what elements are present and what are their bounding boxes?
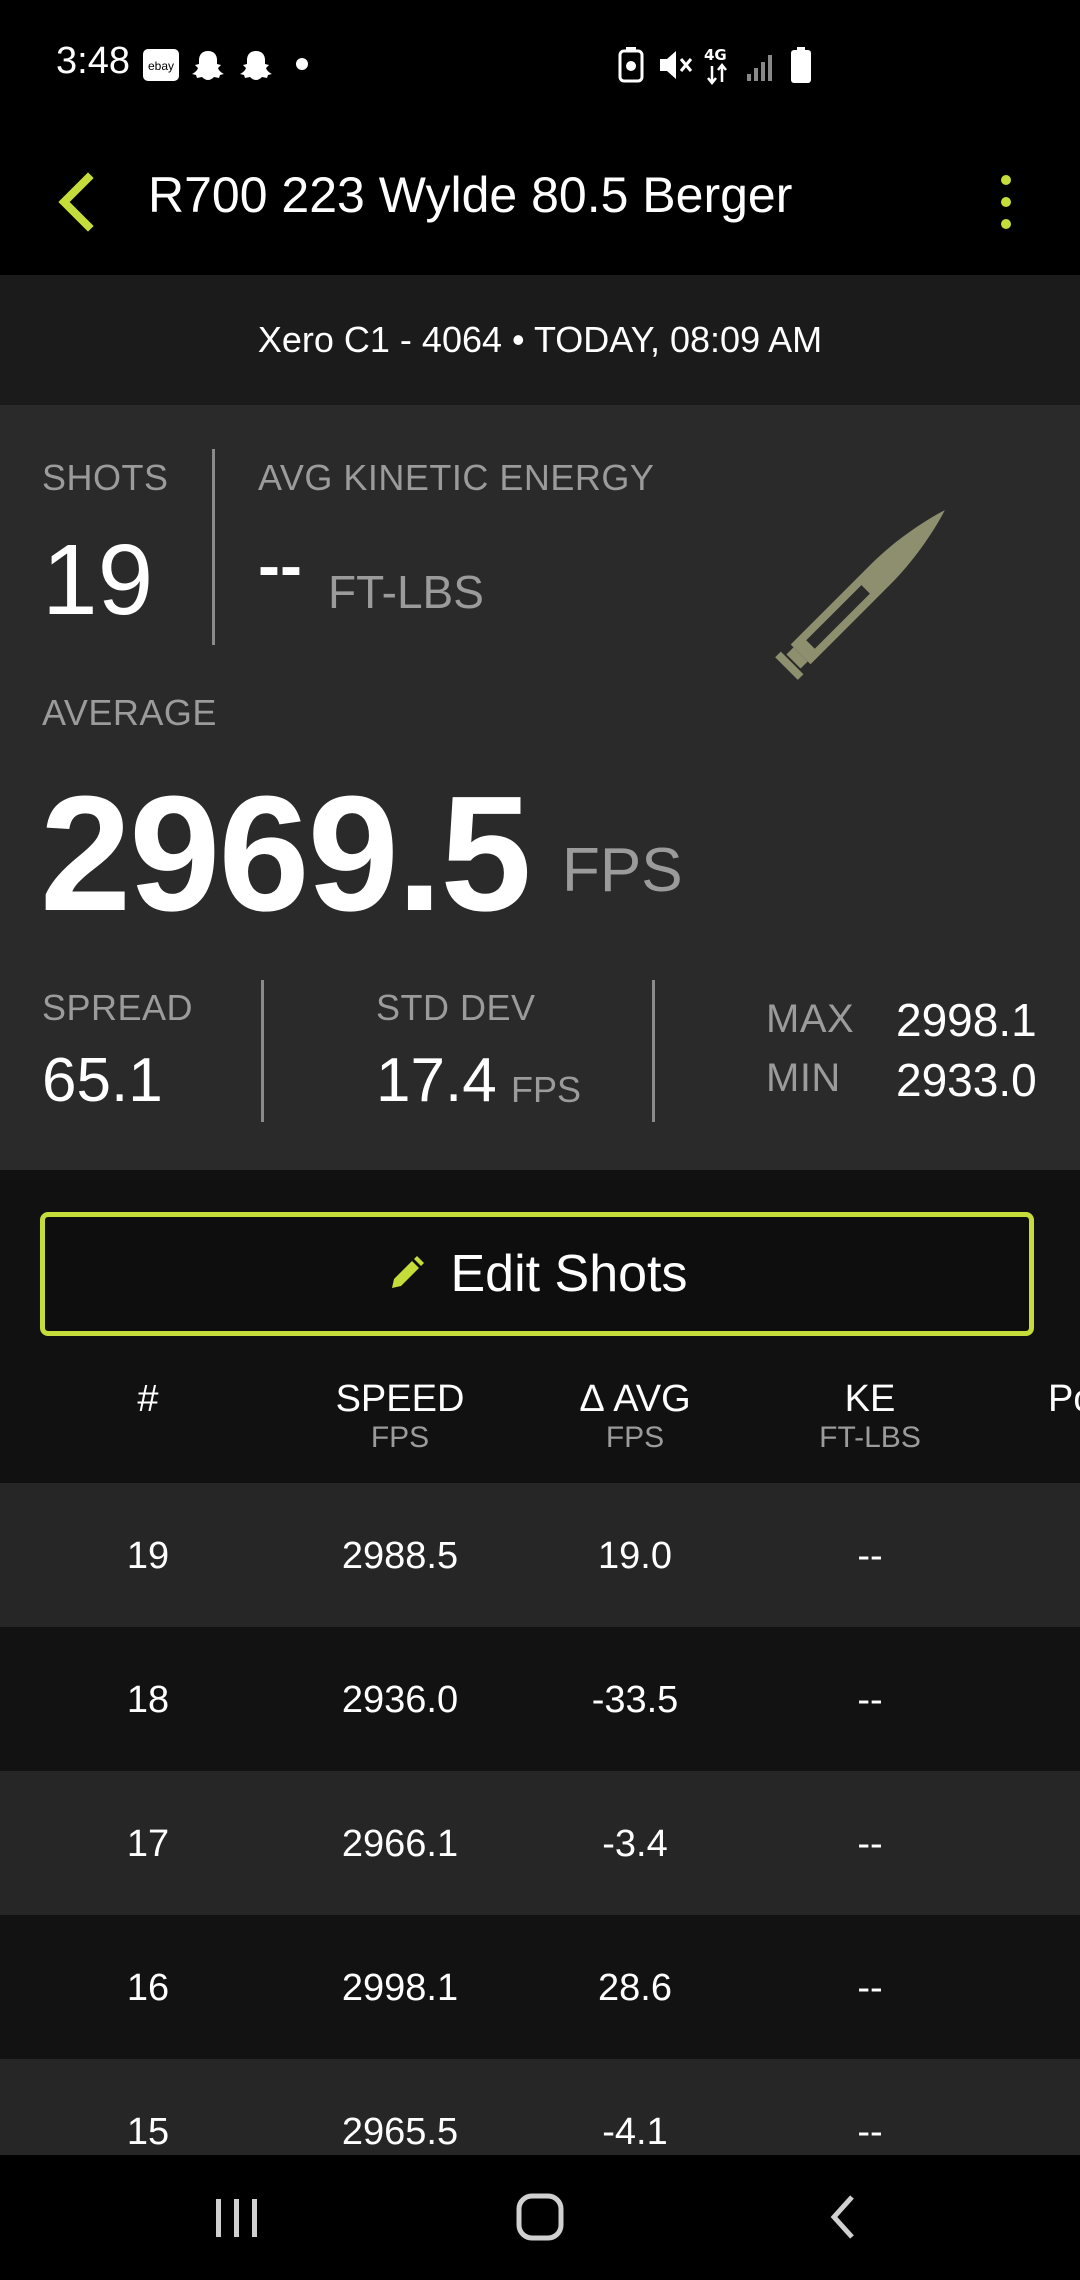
shot-speed: 2988.5	[341, 1535, 459, 1577]
max-value: 2998.1	[896, 994, 1037, 1046]
column-header-number[interactable]: #	[98, 1378, 198, 1421]
edit-shots-label: Edit Shots	[450, 1245, 688, 1303]
signal-icon	[746, 48, 778, 87]
mute-icon	[656, 46, 694, 89]
shot-ke: --	[857, 2111, 883, 2153]
ke-value: --	[258, 528, 302, 602]
std-dev-value: 17.4	[376, 1046, 497, 1115]
average-value: 2969.5	[40, 762, 532, 945]
shots-list-area[interactable]: Edit Shots # SPEED FPS Δ AVG FPS KE FT-L…	[0, 1170, 1080, 2155]
column-header-delta-avg[interactable]: Δ AVG FPS	[535, 1378, 735, 1455]
column-header-ke[interactable]: KE FT-LBS	[770, 1378, 970, 1455]
divider	[652, 980, 655, 1122]
table-row[interactable]: 15 2965.5 -4.1 --	[0, 2059, 1080, 2155]
shot-ke: --	[857, 1535, 883, 1577]
max-label: MAX	[766, 997, 855, 1041]
shot-number: 15	[126, 2111, 170, 2153]
table-header: # SPEED FPS Δ AVG FPS KE FT-LBS Po	[0, 1378, 1080, 1478]
shot-delta-avg: -3.4	[602, 1823, 668, 1865]
battery-icon	[790, 46, 812, 89]
shot-number: 18	[126, 1679, 170, 1721]
recent-apps-icon[interactable]	[214, 2197, 260, 2244]
shot-speed: 2936.0	[341, 1679, 459, 1721]
shot-speed: 2965.5	[341, 2111, 459, 2153]
spread-value: 65.1	[42, 1046, 163, 1115]
column-header-speed[interactable]: SPEED FPS	[300, 1378, 500, 1455]
4g-icon: 4G	[702, 44, 732, 91]
table-row[interactable]: 17 2966.1 -3.4 --	[0, 1771, 1080, 1915]
std-dev-label: STD DEV	[376, 987, 536, 1028]
shot-delta-avg: -33.5	[591, 1679, 679, 1721]
back-icon[interactable]	[826, 2193, 860, 2246]
shot-delta-avg: -4.1	[602, 2111, 668, 2153]
svg-text:4G: 4G	[704, 46, 727, 64]
average-label: AVERAGE	[42, 692, 217, 733]
shot-ke: --	[857, 1967, 883, 2009]
status-time: 3:48	[56, 40, 130, 82]
table-row[interactable]: 16 2998.1 28.6 --	[0, 1915, 1080, 2059]
shot-number: 19	[126, 1535, 170, 1577]
divider	[261, 980, 264, 1122]
table-row[interactable]: 19 2988.5 19.0 --	[0, 1483, 1080, 1627]
min-value: 2933.0	[896, 1054, 1037, 1106]
edit-shots-button[interactable]: Edit Shots	[40, 1212, 1034, 1336]
std-dev-unit: FPS	[511, 1069, 582, 1110]
page-title: R700 223 Wylde 80.5 Berger	[148, 167, 793, 223]
back-arrow-icon[interactable]	[52, 168, 100, 236]
stats-panel: SHOTS 19 AVG KINETIC ENERGY -- FT-LBS AV…	[0, 405, 1080, 1170]
home-icon[interactable]	[516, 2193, 564, 2246]
shot-number: 16	[126, 1967, 170, 2009]
shot-speed: 2966.1	[341, 1823, 459, 1865]
min-label: MIN	[766, 1056, 841, 1100]
shot-delta-avg: 28.6	[598, 1967, 672, 2009]
bullet-icon	[730, 465, 990, 725]
app-bar: R700 223 Wylde 80.5 Berger	[0, 130, 1080, 275]
nfc-icon	[618, 46, 644, 89]
shot-number: 17	[126, 1823, 170, 1865]
average-unit: FPS	[562, 836, 683, 905]
divider	[212, 449, 215, 645]
shot-delta-avg: 19.0	[598, 1535, 672, 1577]
shots-value: 19	[42, 524, 154, 636]
shot-speed: 2998.1	[341, 1967, 459, 2009]
shots-label: SHOTS	[42, 457, 169, 498]
table-row[interactable]: 18 2936.0 -33.5 --	[0, 1627, 1080, 1771]
ebay-icon: ebay	[142, 48, 180, 82]
ke-label: AVG KINETIC ENERGY	[258, 457, 655, 498]
dot-icon	[296, 58, 308, 70]
svg-text:ebay: ebay	[148, 59, 174, 73]
spread-label: SPREAD	[42, 987, 194, 1028]
pencil-icon	[386, 1254, 426, 1294]
status-bar: 3:48 ebay 4G	[0, 0, 1080, 130]
ke-unit: FT-LBS	[328, 566, 484, 618]
snapchat-icon	[190, 48, 228, 82]
shot-ke: --	[857, 1679, 883, 1721]
device-session-line: Xero C1 - 4064 • TODAY, 08:09 AM	[0, 275, 1080, 405]
overflow-menu-icon[interactable]	[990, 166, 1022, 238]
system-nav-bar	[0, 2155, 1080, 2280]
shot-ke: --	[857, 1823, 883, 1865]
snapchat-icon	[238, 48, 276, 82]
column-header-position[interactable]: Po	[1048, 1378, 1080, 1421]
